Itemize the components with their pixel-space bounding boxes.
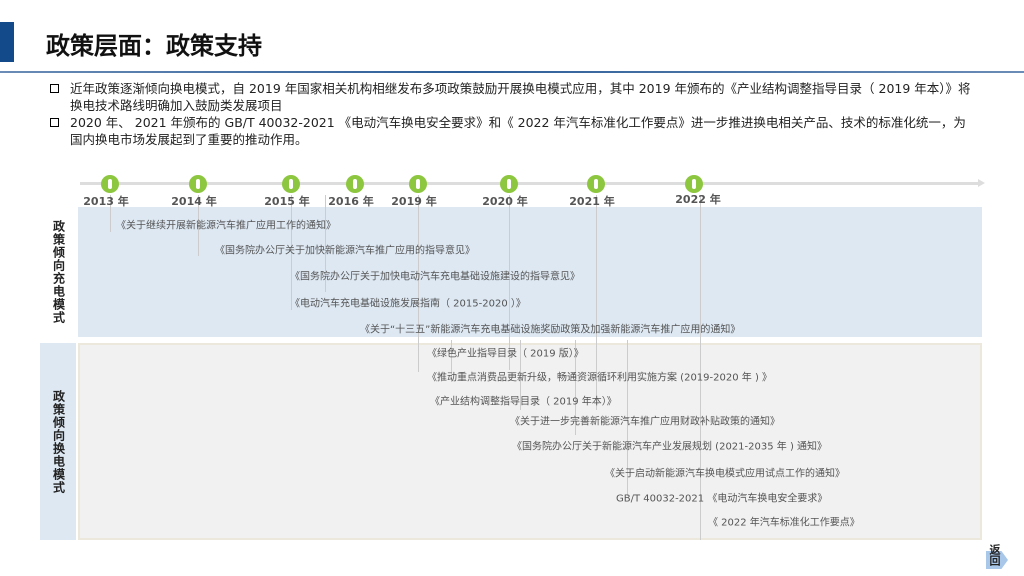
timeline-guide-line bbox=[700, 195, 701, 540]
milestone-marker bbox=[500, 175, 518, 193]
title-accent-bar bbox=[0, 22, 14, 62]
back-label: 返回 bbox=[988, 544, 1001, 566]
year-label: 2021 年 bbox=[569, 195, 615, 208]
swapping-policy: 《关于进一步完善新能源汽车推广应用财政补贴政策的通知》 bbox=[510, 416, 780, 428]
charging-policy: 《电动汽车充电基础设施发展指南（ 2015-2020 ）》 bbox=[290, 298, 526, 310]
charging-policy: 《国务院办公厅关于加快电动汽车充电基础设施建设的指导意见》 bbox=[290, 271, 580, 283]
swapping-policy: 《推动重点消费品更新升级，畅通资源循环利用实施方案 (2019-2020 年 )… bbox=[427, 372, 773, 384]
bullet-text: 2020 年、 2021 年颁布的 GB/T 40032-2021 《电动汽车换… bbox=[70, 115, 966, 147]
swapping-policy: 《国务院办公厅关于新能源汽车产业发展规划 (2021-2035 年 ) 通知》 bbox=[512, 441, 828, 453]
milestone-marker bbox=[282, 175, 300, 193]
year-label: 2015 年 bbox=[264, 195, 310, 208]
charging-label-cell: 政策倾向充电模式 bbox=[40, 207, 76, 337]
milestone-marker bbox=[409, 175, 427, 193]
bullet-list: 近年政策逐渐倾向换电模式，自 2019 年国家相关机构相继发布多项政策鼓励开展换… bbox=[48, 80, 978, 148]
year-label: 2014 年 bbox=[171, 195, 217, 208]
back-button[interactable]: 返回 bbox=[986, 543, 1016, 576]
charging-policy: 《国务院办公厅关于加快新能源汽车推广应用的指导意见》 bbox=[215, 245, 475, 257]
year-label: 2016 年 bbox=[328, 195, 374, 208]
milestone-marker bbox=[189, 175, 207, 193]
bullet-item: 2020 年、 2021 年颁布的 GB/T 40032-2021 《电动汽车换… bbox=[48, 114, 978, 148]
year-label: 2019 年 bbox=[391, 195, 437, 208]
swapping-policy: 《 2022 年汽车标准化工作要点》 bbox=[708, 517, 860, 529]
charging-label: 政策倾向充电模式 bbox=[51, 220, 66, 324]
milestone-marker bbox=[101, 175, 119, 193]
timeline-guide-line bbox=[418, 195, 419, 372]
swapping-label-cell: 政策倾向换电模式 bbox=[40, 343, 76, 540]
timeline-axis bbox=[80, 182, 980, 185]
swapping-policy: 《关于启动新能源汽车换电模式应用试点工作的通知》 bbox=[605, 468, 845, 480]
year-label: 2022 年 bbox=[675, 193, 721, 206]
charging-policy: 《关于“十三五”新能源汽车充电基础设施奖励政策及加强新能源汽车推广应用的通知》 bbox=[360, 324, 741, 336]
year-label: 2013 年 bbox=[83, 195, 129, 208]
square-bullet-icon bbox=[50, 84, 59, 93]
charging-policy: 《关于继续开展新能源汽车推广应用工作的通知》 bbox=[116, 220, 336, 232]
milestone-marker bbox=[346, 175, 364, 193]
swapping-policy: 《产业结构调整指导目录（ 2019 年本）》 bbox=[430, 396, 617, 408]
bullet-text: 近年政策逐渐倾向换电模式，自 2019 年国家相关机构相继发布多项政策鼓励开展换… bbox=[70, 81, 971, 113]
page-title: 政策层面：政策支持 bbox=[46, 32, 262, 60]
year-label: 2020 年 bbox=[482, 195, 528, 208]
timeline-arrow-icon bbox=[978, 179, 985, 187]
square-bullet-icon bbox=[50, 118, 59, 127]
swapping-policy: GB/T 40032-2021 《电动汽车换电安全要求》 bbox=[616, 493, 828, 505]
swapping-policy: 《绿色产业指导目录（ 2019 版）》 bbox=[427, 348, 584, 360]
swapping-label: 政策倾向换电模式 bbox=[51, 389, 66, 494]
milestone-marker bbox=[587, 175, 605, 193]
bullet-item: 近年政策逐渐倾向换电模式，自 2019 年国家相关机构相继发布多项政策鼓励开展换… bbox=[48, 80, 978, 114]
title-divider bbox=[0, 71, 1024, 73]
